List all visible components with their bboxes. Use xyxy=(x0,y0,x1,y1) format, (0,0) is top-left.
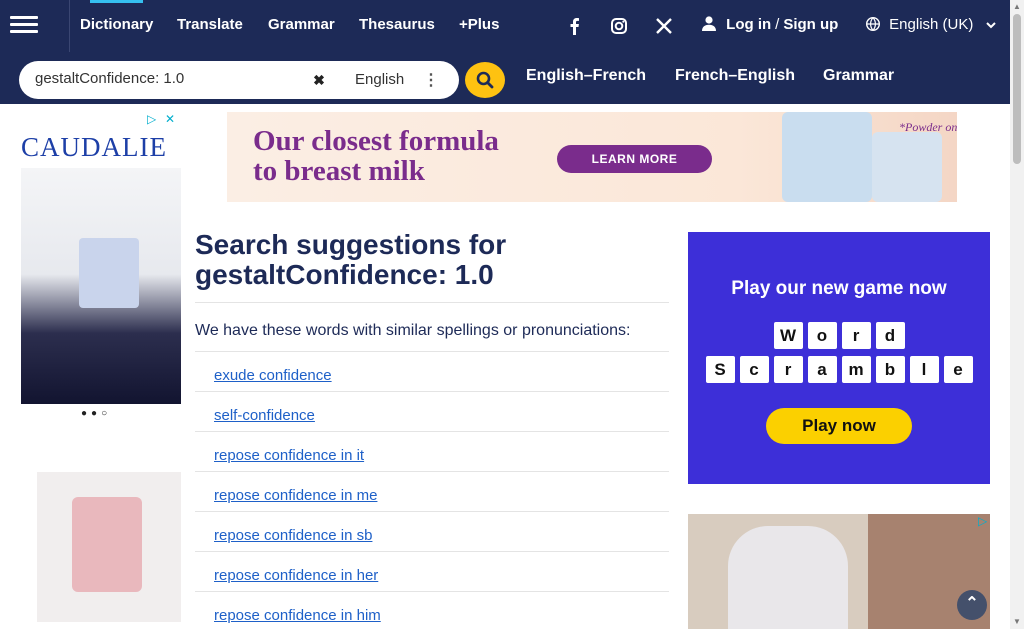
ad-headline-line-1: Our closest formula xyxy=(253,125,499,157)
left-advertisement[interactable]: ▷ ✕ CAUDALIE ●●○ xyxy=(19,112,181,629)
dictionary-select-label: English xyxy=(355,71,405,88)
scroll-down-arrow-icon[interactable]: ▼ xyxy=(1013,617,1021,626)
letter-tile: W xyxy=(773,322,803,349)
suggestion-link[interactable]: repose confidence in her xyxy=(214,567,378,584)
x-twitter-icon[interactable] xyxy=(655,17,673,35)
ad-product-image-2 xyxy=(37,472,181,622)
search-input[interactable] xyxy=(35,70,305,87)
list-item: repose confidence in him xyxy=(195,591,669,629)
adchoices-icon[interactable]: ▷ xyxy=(147,112,156,126)
more-options-icon: ⋮ xyxy=(423,72,439,89)
hamburger-menu-icon[interactable] xyxy=(10,12,38,36)
close-ad-icon[interactable]: ✕ xyxy=(165,112,175,126)
suggestion-link[interactable]: repose confidence in sb xyxy=(214,527,372,544)
suggestion-link[interactable]: repose confidence in me xyxy=(214,487,377,504)
clear-search-button[interactable]: ✖ xyxy=(306,67,332,93)
ad-headline: Our closest formula to breast milk xyxy=(253,126,499,186)
suggestion-link[interactable]: self-confidence xyxy=(214,407,315,424)
signup-link[interactable]: Sign up xyxy=(783,16,838,33)
ad-brand-logo: CAUDALIE xyxy=(21,132,167,162)
scrollbar-thumb[interactable] xyxy=(1013,14,1021,164)
letter-tile: b xyxy=(875,356,905,383)
search-icon xyxy=(465,71,505,102)
list-item: repose confidence in her xyxy=(195,551,669,591)
chevron-up-icon: ⌃ xyxy=(965,595,979,612)
letter-tile: S xyxy=(705,356,735,383)
divider xyxy=(195,302,669,303)
dictionary-select[interactable]: English ⋮ xyxy=(333,64,455,96)
suggestion-link[interactable]: repose confidence in it xyxy=(214,447,364,464)
quick-link-english-french[interactable]: English–French xyxy=(526,67,646,85)
letter-tile: l xyxy=(909,356,939,383)
letter-tile: c xyxy=(739,356,769,383)
search-bar: ✖ English ⋮ English–French French–Englis… xyxy=(0,52,1010,104)
main-content: Search suggestions for gestaltConfidence… xyxy=(195,230,669,629)
title-prefix: Search suggestions for xyxy=(195,229,507,260)
ad-product-can-2 xyxy=(872,132,942,202)
search-button[interactable] xyxy=(465,62,505,98)
ad-headline-line-2: to breast milk xyxy=(253,155,425,187)
letter-tile: e xyxy=(943,356,973,383)
login-link[interactable]: Log in xyxy=(726,16,771,33)
game-ad-title: Play our new game now xyxy=(731,278,947,299)
suggestions-list: exude confidence self-confidence repose … xyxy=(195,351,669,629)
play-now-button[interactable]: Play now xyxy=(766,408,912,444)
nav-link-thesaurus[interactable]: Thesaurus xyxy=(359,16,435,33)
page: Dictionary Translate Grammar Thesaurus +… xyxy=(0,0,1024,629)
letter-tile: d xyxy=(875,322,905,349)
game-word-row: W o r d xyxy=(688,322,990,349)
word-scramble-advertisement[interactable]: Play our new game now W o r d S c r a m … xyxy=(688,232,990,484)
quick-link-grammar[interactable]: Grammar xyxy=(823,67,894,85)
list-item: exude confidence xyxy=(195,351,669,391)
ad-pink-jar xyxy=(72,497,142,592)
nav-divider xyxy=(69,0,70,52)
language-label: English (UK) xyxy=(889,16,974,33)
letter-tile: m xyxy=(841,356,871,383)
letter-tile: a xyxy=(807,356,837,383)
game-word-row: S c r a m b l e xyxy=(688,356,990,383)
suggestion-link[interactable]: exude confidence xyxy=(214,367,332,384)
user-icon xyxy=(702,16,726,33)
ad-product-image xyxy=(21,168,181,404)
language-selector[interactable]: English (UK) xyxy=(865,16,996,33)
ad-footnote: *Powder only xyxy=(899,120,957,134)
user-links: Log in / Sign up xyxy=(702,16,838,33)
game-tiles: W o r d S c r a m b l e xyxy=(688,322,990,383)
hearing-advertisement[interactable]: ▷ xyxy=(688,514,990,629)
quick-link-french-english[interactable]: French–English xyxy=(675,67,795,85)
nav-link-translate[interactable]: Translate xyxy=(177,16,243,33)
top-navigation: Dictionary Translate Grammar Thesaurus +… xyxy=(0,0,1010,52)
list-item: repose confidence in sb xyxy=(195,511,669,551)
nav-link-grammar[interactable]: Grammar xyxy=(268,16,335,33)
instagram-icon[interactable] xyxy=(610,17,628,35)
ad-product-can xyxy=(782,112,872,202)
scroll-to-top-button[interactable]: ⌃ xyxy=(957,590,987,620)
list-item: repose confidence in it xyxy=(195,431,669,471)
carousel-dots-icon[interactable]: ●●○ xyxy=(81,408,111,419)
adchoices-icon[interactable]: ▷ xyxy=(978,514,987,528)
nav-link-dictionary[interactable]: Dictionary xyxy=(80,0,153,33)
login-separator: / xyxy=(775,16,780,33)
letter-tile: o xyxy=(807,322,837,349)
top-banner-advertisement[interactable]: Our closest formula to breast milk LEARN… xyxy=(227,112,957,202)
facebook-icon[interactable] xyxy=(566,17,584,35)
page-title: Search suggestions for gestaltConfidence… xyxy=(195,230,669,290)
list-item: self-confidence xyxy=(195,391,669,431)
suggestions-intro: We have these words with similar spellin… xyxy=(195,322,631,339)
search-box: ✖ English ⋮ xyxy=(19,61,459,99)
learn-more-button[interactable]: LEARN MORE xyxy=(557,145,712,173)
ad-doctor-image xyxy=(728,526,848,629)
close-icon: ✖ xyxy=(313,72,325,88)
list-item: repose confidence in me xyxy=(195,471,669,511)
page-scrollbar[interactable]: ▲ ▼ xyxy=(1010,0,1024,629)
nav-link-plus[interactable]: +Plus xyxy=(459,16,499,33)
globe-icon xyxy=(865,16,889,33)
ad-jar-shape xyxy=(79,238,139,308)
letter-tile: r xyxy=(773,356,803,383)
suggestion-link[interactable]: repose confidence in him xyxy=(214,607,381,624)
scroll-up-arrow-icon[interactable]: ▲ xyxy=(1013,2,1021,11)
letter-tile: r xyxy=(841,322,871,349)
title-query: gestaltConfidence: 1.0 xyxy=(195,259,494,290)
chevron-down-icon xyxy=(978,16,996,33)
